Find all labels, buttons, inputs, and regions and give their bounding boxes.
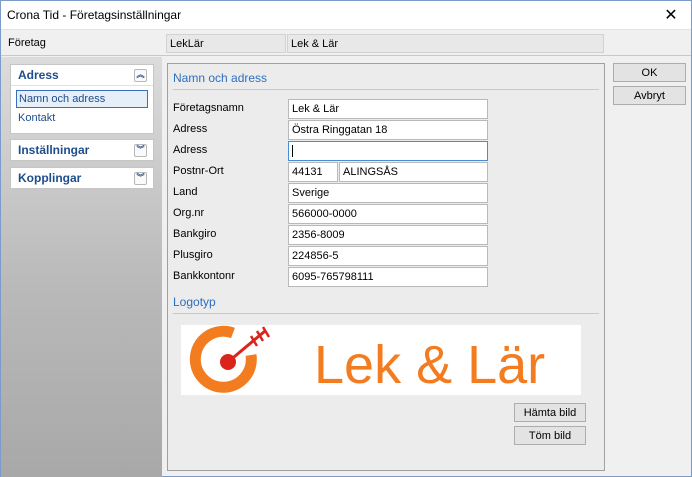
expand-down-icon[interactable]: ︾	[134, 143, 147, 157]
bankgiro-input[interactable]: 2356-8009	[288, 225, 488, 245]
plusgiro-input[interactable]: 224856-5	[288, 246, 488, 266]
close-icon[interactable]: ✕	[651, 1, 691, 29]
city-input[interactable]: ALINGSÅS	[339, 162, 488, 182]
field-label: Org.nr	[173, 207, 205, 219]
section-divider	[173, 313, 599, 314]
logo-graphic: Lek & Lär	[189, 325, 545, 395]
fetch-image-button[interactable]: Hämta bild	[514, 403, 586, 422]
field-label: Plusgiro	[173, 249, 213, 261]
field-row-adress1: Adress Östra Ringgatan 18	[173, 120, 493, 140]
panel-header-adress[interactable]: Adress ︽	[11, 65, 153, 85]
sidebar-panel-adress: Adress ︽ Namn och adress Kontakt	[10, 64, 154, 134]
field-label: Land	[173, 186, 198, 198]
field-row-adress2: Adress	[173, 141, 493, 161]
field-row-land: Land Sverige	[173, 183, 493, 203]
logo-text: Lek & Lär	[314, 335, 545, 395]
cancel-button[interactable]: Avbryt	[613, 86, 686, 105]
company-name-input[interactable]: Lek & Lär	[288, 99, 488, 119]
title-bar: Crona Tid - Företagsinställningar ✕	[1, 1, 691, 29]
collapse-up-icon[interactable]: ︽	[134, 68, 147, 82]
text-caret	[292, 145, 293, 158]
company-bar: Företag LekLär Lek & Lär	[1, 29, 691, 56]
company-label: Företag	[8, 37, 46, 49]
panel-title: Inställningar	[18, 143, 90, 157]
field-label: Bankkontonr	[173, 270, 235, 282]
address-line2-input[interactable]	[288, 141, 488, 161]
sidebar-panel-kopplingar: Kopplingar ︾	[10, 167, 154, 189]
dialog-window: Crona Tid - Företagsinställningar ✕ Före…	[0, 0, 692, 477]
ok-button[interactable]: OK	[613, 63, 686, 82]
company-code-field: LekLär	[166, 34, 286, 53]
sidebar-item-kontakt[interactable]: Kontakt	[16, 110, 148, 128]
field-label: Bankgiro	[173, 228, 217, 240]
org-number-input[interactable]: 566000-0000	[288, 204, 488, 224]
section-title-address: Namn och adress	[173, 71, 268, 85]
sidebar: Adress ︽ Namn och adress Kontakt Inställ…	[1, 57, 162, 477]
window-title: Crona Tid - Företagsinställningar	[7, 8, 182, 22]
field-row-postnr-ort: Postnr-Ort 44131 ALINGSÅS	[173, 162, 493, 182]
company-name-field: Lek & Lär	[287, 34, 604, 53]
field-label: Postnr-Ort	[173, 165, 224, 177]
panel-title: Adress	[18, 68, 59, 82]
bank-account-input[interactable]: 6095-765798111	[288, 267, 488, 287]
field-row-bankkontonr: Bankkontonr 6095-765798111	[173, 267, 493, 287]
settings-panel: Namn och adress Företagsnamn Lek & Lär A…	[167, 63, 605, 471]
panel-body-adress: Namn och adress Kontakt	[11, 85, 153, 133]
field-row-orgnr: Org.nr 566000-0000	[173, 204, 493, 224]
field-label: Adress	[173, 144, 208, 156]
field-row-plusgiro: Plusgiro 224856-5	[173, 246, 493, 266]
sidebar-panel-installningar: Inställningar ︾	[10, 139, 154, 161]
address-line1-input[interactable]: Östra Ringgatan 18	[288, 120, 488, 140]
panel-header-kopplingar[interactable]: Kopplingar ︾	[11, 168, 153, 188]
section-divider	[173, 89, 599, 90]
section-title-logo: Logotyp	[173, 295, 216, 309]
expand-down-icon[interactable]: ︾	[134, 171, 147, 185]
field-label: Företagsnamn	[173, 102, 244, 114]
country-input[interactable]: Sverige	[288, 183, 488, 203]
field-row-foretagsnamn: Företagsnamn Lek & Lär	[173, 99, 493, 119]
sidebar-item-namn-och-adress[interactable]: Namn och adress	[16, 90, 148, 108]
panel-title: Kopplingar	[18, 171, 82, 185]
field-row-bankgiro: Bankgiro 2356-8009	[173, 225, 493, 245]
field-label: Adress	[173, 123, 208, 135]
logo-image: Lek & Lär	[181, 325, 581, 395]
clear-image-button[interactable]: Töm bild	[514, 426, 586, 445]
panel-header-installningar[interactable]: Inställningar ︾	[11, 140, 153, 160]
postal-code-input[interactable]: 44131	[288, 162, 338, 182]
